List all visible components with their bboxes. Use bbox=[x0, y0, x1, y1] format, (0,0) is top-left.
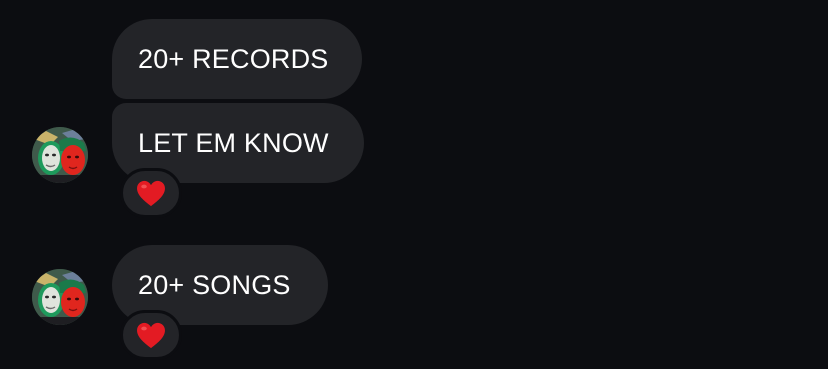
message-bubble[interactable]: 20+ RECORDS bbox=[112, 19, 362, 99]
chat-thread: 20+ RECORDS LET EM KNOW 20+ SONGS bbox=[0, 0, 828, 369]
sender-avatar[interactable] bbox=[32, 127, 88, 183]
red-heart-icon bbox=[137, 322, 165, 348]
red-heart-icon bbox=[137, 180, 165, 206]
masks-avatar-icon bbox=[32, 127, 88, 183]
message-text: LET EM KNOW bbox=[138, 127, 329, 158]
message-text: 20+ RECORDS bbox=[138, 43, 329, 74]
sender-avatar[interactable] bbox=[32, 269, 88, 325]
heart-reaction[interactable] bbox=[120, 310, 182, 360]
message-text: 20+ SONGS bbox=[138, 269, 291, 300]
masks-avatar-icon bbox=[32, 269, 88, 325]
heart-reaction[interactable] bbox=[120, 168, 182, 218]
